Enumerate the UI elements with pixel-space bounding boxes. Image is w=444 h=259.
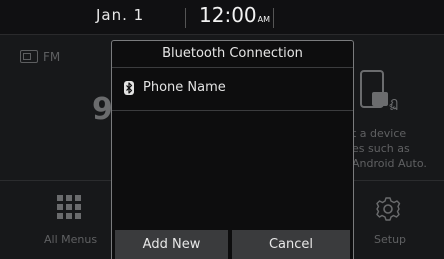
status-divider <box>185 8 186 28</box>
gear-icon[interactable] <box>375 196 401 222</box>
usb-icon <box>372 92 388 106</box>
clock-ampm: AM <box>257 15 271 24</box>
clock-time: 12:00 <box>199 3 257 27</box>
bluetooth-icon <box>124 81 134 95</box>
radio-band-label: FM <box>43 49 61 64</box>
radio-widget: FM <box>20 46 60 65</box>
all-menus-label[interactable]: All Menus <box>44 233 97 246</box>
grid-icon[interactable] <box>57 195 81 219</box>
date-text: Jan. 1 <box>96 6 145 24</box>
hint-line: t a device <box>352 127 407 140</box>
radio-icon <box>20 50 38 63</box>
connect-device-hint: t a device es such as Android Auto. <box>352 126 427 171</box>
cancel-button[interactable]: Cancel <box>232 230 350 259</box>
hint-line: Android Auto. <box>352 157 427 170</box>
add-new-button[interactable]: Add New <box>115 230 228 259</box>
head-unit-screen: Jan. 1 12:00AM FM 9 ฏ t a device es such… <box>0 0 444 259</box>
hint-line: es such as <box>352 142 410 155</box>
bluetooth-connection-dialog: Bluetooth Connection Phone Name Add New … <box>111 40 354 259</box>
bluetooth-icon: ฏ <box>389 95 399 111</box>
device-list-item[interactable]: Phone Name <box>112 67 353 111</box>
status-bar: Jan. 1 12:00AM <box>0 0 444 35</box>
setup-label[interactable]: Setup <box>374 233 406 246</box>
device-name: Phone Name <box>143 80 226 95</box>
radio-frequency: 9 <box>92 92 113 127</box>
dialog-title: Bluetooth Connection <box>112 41 353 68</box>
clock: 12:00AM <box>199 3 270 27</box>
status-divider <box>273 8 274 28</box>
